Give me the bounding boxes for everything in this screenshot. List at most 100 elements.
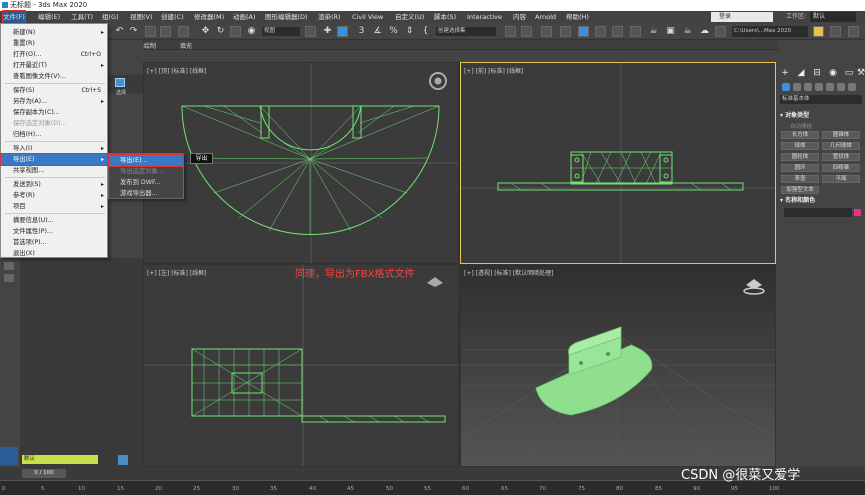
menu-modifiers[interactable]: 修改器(M) [194,11,224,23]
viewport-perspective-label[interactable]: [+] [透视] [标准] [默认明暗处理] [464,268,553,277]
file-view-image[interactable]: 查看图像文件(V)... [1,71,107,82]
render-production-icon[interactable]: ☕ [682,26,693,37]
autogrid-checkbox[interactable]: 自动栅格 [790,122,812,130]
percent-snap-icon[interactable]: % [388,26,399,37]
placement-icon[interactable]: ◉ [246,26,257,37]
cylinder-button[interactable]: 圆柱体 [781,153,819,161]
viewport-top-label[interactable]: [+] [顶] [标准] [线框] [147,66,206,75]
menu-content[interactable]: 内容 [513,11,526,23]
select-manipulate-icon[interactable]: ✚ [322,26,333,37]
viewport-perspective[interactable]: [+] [透视] [标准] [默认明暗处理] [461,265,775,466]
render-setup-icon[interactable]: ☕ [648,26,659,37]
align-icon[interactable] [521,26,532,37]
workspace-dropdown[interactable]: 默认 [810,12,856,22]
edit-named-selection-icon[interactable]: { [420,26,431,37]
named-selection-dropdown[interactable]: 创建选择集 [436,27,496,36]
teapot-button[interactable]: 茶壶 [781,175,819,183]
rendered-frame-window-icon[interactable]: ▣ [665,26,676,37]
file-save[interactable]: 保存(S) Ctrl+S [1,85,107,96]
utilities-tab-icon[interactable]: ⚒ [856,68,865,78]
undo-icon[interactable]: ↶ [114,26,125,37]
menu-scripting[interactable]: 脚本(S) [434,11,456,23]
systems-icon[interactable] [848,83,856,91]
file-reference[interactable]: 参考(R) ▸ [1,190,107,201]
sphere-button[interactable]: 球体 [781,142,819,150]
menu-create[interactable]: 创建(C) [161,11,184,23]
menu-graph-editors[interactable]: 图形编辑器(D) [265,11,308,23]
scene-explorer-dropdown[interactable]: 选择 [116,89,126,96]
file-preferences[interactable]: 首选项(P)... [1,237,107,248]
menu-views[interactable]: 视图(V) [130,11,153,23]
link-icon[interactable] [145,26,156,37]
viewport-front[interactable]: [+] [前] [标准] [线框] [460,62,776,264]
spinner-snap-icon[interactable]: ⇕ [404,26,415,37]
file-share-view[interactable]: 共享视图... [1,165,107,176]
menu-customize[interactable]: 自定义(U) [395,11,424,23]
scene-toggle-icon[interactable] [118,455,128,465]
select-object-icon[interactable] [178,26,189,37]
file-save-copy-as[interactable]: 保存副本为(C)... [1,107,107,118]
pivot-icon[interactable] [305,26,316,37]
ribbon-populate[interactable]: 填充 [180,41,192,50]
scene-explorer-list[interactable] [20,258,144,480]
file-open-recent[interactable]: 打开最近(T) ▸ [1,60,107,71]
file-archive[interactable]: 归档(H)... [1,129,107,140]
save-project-icon[interactable] [830,26,841,37]
menu-help[interactable]: 帮助(H) [566,11,589,23]
text-plus-button[interactable]: 加强型文本 [781,186,819,194]
material-editor-icon[interactable] [630,26,641,37]
keyboard-shortcut-toggle-icon[interactable] [337,26,348,37]
reference-coordinate-dropdown[interactable]: 视图 [262,27,300,36]
menu-rendering[interactable]: 渲染(R) [318,11,341,23]
file-import[interactable]: 导入(I) ▸ [1,143,107,154]
menu-animation[interactable]: 动画(A) [233,11,256,23]
motion-tab-icon[interactable]: ◉ [828,68,838,78]
export-game-exporter[interactable]: 游戏导出器... [109,188,183,199]
toggle-layer-explorer-icon[interactable] [560,26,571,37]
maxscript-listener-icon[interactable] [0,447,18,465]
object-type-rollout[interactable]: ▾ 对象类型 [780,111,862,120]
object-name-input[interactable] [784,208,852,217]
display-tab-icon[interactable]: ▭ [844,68,854,78]
file-new[interactable]: 新建(N) ▸ [1,27,107,38]
redo-icon[interactable]: ↷ [128,26,139,37]
explorer-toggle-icon[interactable] [4,262,14,270]
torus-button[interactable]: 圆环 [781,164,819,172]
file-save-selected[interactable]: 保存选定对象(D)... [1,118,107,129]
primitive-type-dropdown[interactable]: 标准基本体 [780,95,862,104]
selection-filter-dropdown-icon[interactable] [115,78,125,87]
file-export[interactable]: 导出(E) ▸ [0,153,108,166]
scale-icon[interactable] [230,26,241,37]
login-field[interactable]: 登录 [711,12,773,22]
tube-button[interactable]: 管状体 [822,153,860,161]
render-cloud-icon[interactable]: ☁ [699,26,710,37]
unlink-icon[interactable] [160,26,171,37]
object-color-swatch[interactable] [854,209,861,216]
helpers-icon[interactable] [826,83,834,91]
box-button[interactable]: 长方体 [781,131,819,139]
shapes-icon[interactable] [793,83,801,91]
export-publish-dwf[interactable]: 发布到 DWF... [109,177,183,188]
file-reset[interactable]: 重置(R) [1,38,107,49]
geosphere-button[interactable]: 几何球体 [822,142,860,150]
export-selected[interactable]: 导出选定对象... [109,166,183,177]
name-color-rollout[interactable]: ▾ 名称和颜色 [780,196,862,205]
viewport-left[interactable]: [+] [左] [标准] [线框] [144,265,458,466]
file-save-as[interactable]: 另存为(A)... ▸ [1,96,107,107]
snap-3d-icon[interactable]: 3 [356,26,367,37]
schematic-view-icon[interactable] [612,26,623,37]
menu-arnold[interactable]: Arnold [535,11,556,23]
create-tab-icon[interactable]: + [780,68,790,78]
rotate-icon[interactable]: ↻ [215,26,226,37]
toggle-scene-explorer-icon[interactable] [541,26,552,37]
lights-icon[interactable] [804,83,812,91]
hierarchy-tab-icon[interactable]: ⊟ [812,68,822,78]
move-icon[interactable]: ✥ [200,26,211,37]
viewport-left-label[interactable]: [+] [左] [标准] [线框] [147,268,206,277]
curve-editor-icon[interactable] [595,26,606,37]
file-open[interactable]: 打开(O)... Ctrl+O [1,49,107,60]
mirror-icon[interactable] [505,26,516,37]
menu-group[interactable]: 组(G) [102,11,119,23]
render-in-cloud-icon[interactable] [715,26,726,37]
cameras-icon[interactable] [815,83,823,91]
